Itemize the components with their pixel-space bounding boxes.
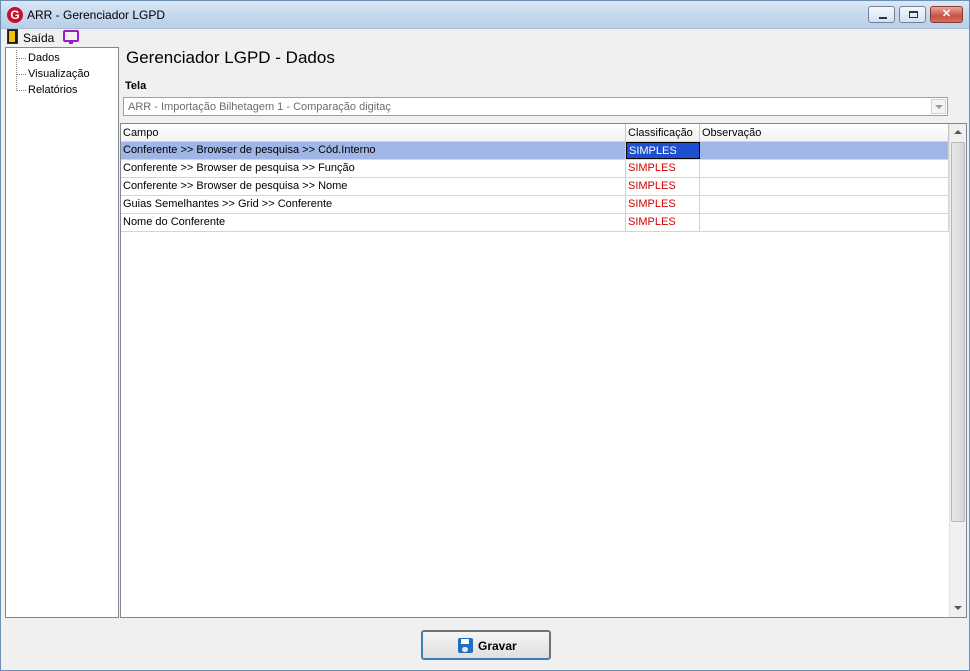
- main-window: G ARR - Gerenciador LGPD ✕ Saída Dados V…: [0, 0, 970, 671]
- observacao-cell[interactable]: [700, 178, 949, 195]
- scroll-down-icon[interactable]: [950, 600, 966, 617]
- tree-item-dados[interactable]: Dados: [6, 50, 118, 66]
- scroll-up-icon[interactable]: [950, 124, 966, 141]
- column-header-campo[interactable]: Campo: [121, 124, 626, 142]
- table-row[interactable]: Conferente >> Browser de pesquisa >> Cód…: [121, 142, 949, 160]
- tree-branch: [16, 58, 26, 59]
- minimize-button[interactable]: [868, 6, 895, 23]
- observacao-cell[interactable]: [700, 142, 949, 159]
- tela-label: Tela: [125, 80, 147, 92]
- app-logo-icon: G: [7, 7, 23, 23]
- save-button-label: Gravar: [478, 639, 517, 653]
- tree-item-label[interactable]: Relatórios: [28, 84, 78, 96]
- tree-item-label[interactable]: Dados: [28, 52, 60, 64]
- tela-select-value: ARR - Importação Bilhetagem 1 - Comparaç…: [128, 101, 391, 113]
- tela-select[interactable]: ARR - Importação Bilhetagem 1 - Comparaç…: [123, 97, 948, 116]
- save-button[interactable]: Gravar: [421, 630, 551, 660]
- column-header-classificacao[interactable]: Classificação: [626, 124, 700, 142]
- tree-item-label[interactable]: Visualização: [28, 68, 90, 80]
- grid-header: Campo Classificação Observação: [121, 124, 949, 142]
- campo-cell[interactable]: Nome do Conferente: [121, 214, 626, 231]
- page-title: Gerenciador LGPD - Dados: [126, 48, 335, 67]
- table-row[interactable]: Nome do Conferente SIMPLES: [121, 214, 949, 232]
- close-button[interactable]: ✕: [930, 6, 963, 23]
- menu-bar: Saída: [1, 29, 969, 47]
- classificacao-cell[interactable]: SIMPLES: [626, 196, 700, 213]
- column-header-observacao[interactable]: Observação: [700, 124, 949, 142]
- campo-cell[interactable]: Guias Semelhantes >> Grid >> Conferente: [121, 196, 626, 213]
- tree-item-relatorios[interactable]: Relatórios: [6, 82, 118, 98]
- exit-menu-item[interactable]: Saída: [23, 31, 54, 45]
- tree-item-visualizacao[interactable]: Visualização: [6, 66, 118, 82]
- classificacao-cell[interactable]: SIMPLES: [626, 178, 700, 195]
- classificacao-cell[interactable]: SIMPLES: [626, 214, 700, 231]
- floppy-disk-icon: [458, 638, 473, 653]
- close-icon: ✕: [941, 8, 952, 20]
- maximize-button[interactable]: [899, 6, 926, 23]
- table-row[interactable]: Conferente >> Browser de pesquisa >> Fun…: [121, 160, 949, 178]
- chevron-down-icon[interactable]: [931, 99, 946, 114]
- exit-door-icon[interactable]: [7, 29, 18, 44]
- campo-cell[interactable]: Conferente >> Browser de pesquisa >> Fun…: [121, 160, 626, 177]
- observacao-cell[interactable]: [700, 214, 949, 231]
- table-row[interactable]: Conferente >> Browser de pesquisa >> Nom…: [121, 178, 949, 196]
- tree-branch: [16, 90, 26, 91]
- campo-cell[interactable]: Conferente >> Browser de pesquisa >> Nom…: [121, 178, 626, 195]
- maximize-icon: [909, 11, 918, 18]
- tree-branch: [16, 74, 26, 75]
- classificacao-cell[interactable]: SIMPLES: [626, 142, 700, 159]
- title-bar[interactable]: G ARR - Gerenciador LGPD ✕: [1, 1, 969, 29]
- observacao-cell[interactable]: [700, 196, 949, 213]
- campo-cell[interactable]: Conferente >> Browser de pesquisa >> Cód…: [121, 142, 626, 159]
- classificacao-cell[interactable]: SIMPLES: [626, 160, 700, 177]
- monitor-icon[interactable]: [63, 30, 79, 44]
- vertical-scrollbar[interactable]: [949, 124, 966, 617]
- minimize-icon: [879, 17, 887, 19]
- navigation-tree: Dados Visualização Relatórios: [5, 47, 119, 618]
- window-title: ARR - Gerenciador LGPD: [27, 8, 166, 22]
- observacao-cell[interactable]: [700, 160, 949, 177]
- table-row[interactable]: Guias Semelhantes >> Grid >> Conferente …: [121, 196, 949, 214]
- scrollbar-thumb[interactable]: [951, 142, 965, 522]
- fields-grid: Campo Classificação Observação Conferent…: [120, 123, 967, 618]
